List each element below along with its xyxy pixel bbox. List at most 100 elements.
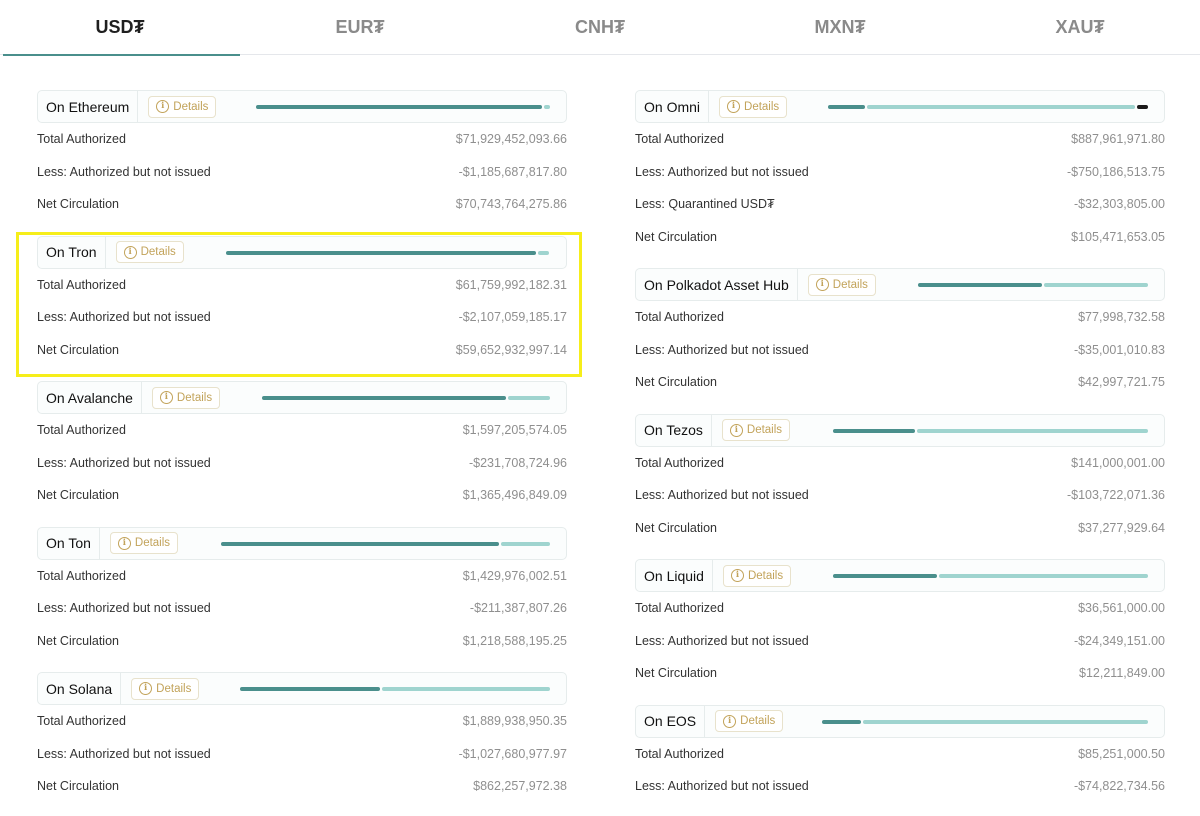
bar-issued [226, 250, 536, 255]
tab-cnht[interactable]: CNH₮ [480, 0, 720, 55]
details-label: Details [740, 715, 776, 727]
row-label: Net Circulation [37, 779, 119, 794]
row-value: $105,471,653.05 [1071, 229, 1165, 244]
row-net-circulation: Net Circulation $105,471,653.05 [635, 221, 1165, 254]
row-label: Total Authorized [37, 714, 126, 729]
info-icon: i [159, 391, 173, 404]
chain-name: On Tron [38, 236, 106, 268]
tab-eurt[interactable]: EUR₮ [240, 0, 480, 55]
row-total-authorized: Total Authorized $887,961,971.80 [635, 123, 1165, 156]
bar-issued [828, 105, 865, 109]
chain-header: On Ethereum i Details [37, 90, 567, 123]
chain-header: On Solana i Details [37, 672, 567, 705]
row-label: Total Authorized [635, 310, 724, 325]
details-button[interactable]: i Details [151, 386, 221, 409]
details-button[interactable]: i Details [148, 95, 217, 118]
details-button[interactable]: i Details [109, 532, 179, 554]
chain-name: On EOS [636, 705, 706, 737]
tab-xaut[interactable]: XAU₮ [960, 0, 1200, 55]
row-not-issued: Less: Authorized but not issued -$1,027,6… [37, 738, 567, 771]
bar-issued [822, 719, 861, 724]
row-total-authorized: Total Authorized $71,929,452,093.66 [37, 123, 567, 156]
row-net-circulation: Net Circulation $59,652,932,997.14 [37, 334, 567, 367]
supply-bar [240, 687, 550, 691]
row-label: Net Circulation [37, 488, 119, 503]
bar-unissued [863, 719, 1148, 724]
details-button[interactable]: i Details [719, 95, 788, 118]
details-button[interactable]: i Details [715, 710, 784, 732]
bar-unissued [867, 105, 1135, 109]
supply-bar [226, 250, 550, 255]
details-button[interactable]: i Details [807, 273, 876, 296]
row-value: $77,998,732.58 [1078, 310, 1165, 325]
chain-name: On Tezos [636, 414, 712, 446]
row-label: Less: Authorized but not issued [37, 746, 211, 761]
currency-tabs: USD₮ EUR₮ CNH₮ MXN₮ XAU₮ [0, 0, 1200, 56]
row-value: $71,929,452,093.66 [455, 132, 567, 147]
supply-bar [918, 283, 1148, 287]
bar-issued [833, 428, 915, 433]
chain-name: On Polkadot Asset Hub [636, 269, 798, 300]
row-total-authorized: Total Authorized $85,251,000.50 [635, 738, 1165, 771]
row-label: Total Authorized [37, 132, 126, 147]
chain-header: On Omni i Details [635, 90, 1165, 123]
row-label: Total Authorized [37, 277, 126, 292]
row-label: Total Authorized [635, 455, 724, 470]
row-label: Less: Authorized but not issued [635, 779, 809, 794]
right-column: On Omni i Details Total Authorized $887,9… [635, 90, 1165, 816]
supply-bar [822, 719, 1148, 724]
row-value: $1,889,938,950.35 [462, 714, 567, 729]
row-not-issued: Less: Authorized but not issued -$35,001,… [635, 334, 1165, 367]
row-label: Less: Authorized but not issued [635, 488, 809, 503]
chain-name: On Avalanche [38, 382, 142, 413]
row-total-authorized: Total Authorized $1,889,938,950.35 [37, 705, 567, 738]
row-not-issued: Less: Authorized but not issued -$750,186… [635, 156, 1165, 189]
bar-issued [918, 283, 1042, 287]
row-label: Net Circulation [37, 342, 119, 357]
row-net-circulation: Net Circulation $12,211,849.00 [635, 657, 1165, 690]
chain-name: On Solana [38, 673, 122, 704]
chain-section-tron: On Tron i Details Total Authorized $61,75… [37, 235, 567, 367]
row-total-authorized: Total Authorized $1,597,205,574.05 [37, 414, 567, 447]
row-value: -$35,001,010.83 [1073, 342, 1165, 357]
row-value: $1,218,588,195.25 [462, 633, 567, 648]
info-icon: i [727, 100, 741, 113]
row-label: Net Circulation [37, 197, 119, 212]
row-net-circulation: Net Circulation $1,218,588,195.25 [37, 625, 567, 658]
row-not-issued: Less: Authorized but not issued -$103,722… [635, 479, 1165, 512]
details-button[interactable]: i Details [721, 419, 791, 441]
row-not-issued: Less: Authorized but not issued -$74,822,… [635, 770, 1165, 803]
tab-usdt[interactable]: USD₮ [0, 0, 240, 56]
chain-section-liquid: On Liquid i Details Total Authorized $36,… [635, 559, 1165, 690]
details-label: Details [747, 569, 784, 582]
row-not-issued: Less: Authorized but not issued -$1,185,6… [37, 156, 567, 189]
chain-section-avalanche: On Avalanche i Details Total Authorized $… [37, 381, 567, 512]
chain-section-ton: On Ton i Details Total Authorized $1,429,… [37, 526, 567, 658]
chain-section-ethereum: On Ethereum i Details Total Authorized $7… [37, 90, 567, 221]
row-value: -$2,107,059,185.17 [458, 310, 567, 325]
row-net-circulation: Net Circulation $1,365,496,849.09 [37, 479, 567, 512]
supply-bar [221, 541, 550, 546]
details-button[interactable]: i Details [131, 677, 200, 700]
row-not-issued: Less: Authorized but not issued -$2,107,0… [37, 301, 567, 334]
chain-header: On EOS i Details [635, 704, 1165, 738]
details-label: Details [744, 100, 780, 113]
row-value: $12,211,849.00 [1079, 666, 1165, 681]
bar-unissued [501, 541, 550, 546]
row-label: Net Circulation [37, 633, 119, 648]
chain-name: On Omni [636, 91, 710, 122]
bar-unissued [538, 250, 549, 255]
details-button[interactable]: i Details [722, 564, 792, 587]
row-label: Total Authorized [635, 746, 724, 761]
tab-mxnt[interactable]: MXN₮ [720, 0, 960, 55]
row-label: Less: Authorized but not issued [37, 601, 211, 616]
row-total-authorized: Total Authorized $61,759,992,182.31 [37, 269, 567, 302]
row-not-issued: Less: Authorized but not issued -$231,708… [37, 447, 567, 480]
row-label: Less: Authorized but not issued [635, 164, 809, 179]
row-label: Net Circulation [635, 520, 717, 535]
row-total-authorized: Total Authorized $141,000,001.00 [635, 447, 1165, 480]
details-button[interactable]: i Details [115, 241, 184, 263]
supply-bar [256, 105, 550, 109]
row-not-issued: Less: Authorized but not issued -$24,349,… [635, 625, 1165, 658]
row-net-circulation: Net Circulation $70,743,764,275.86 [37, 188, 567, 221]
